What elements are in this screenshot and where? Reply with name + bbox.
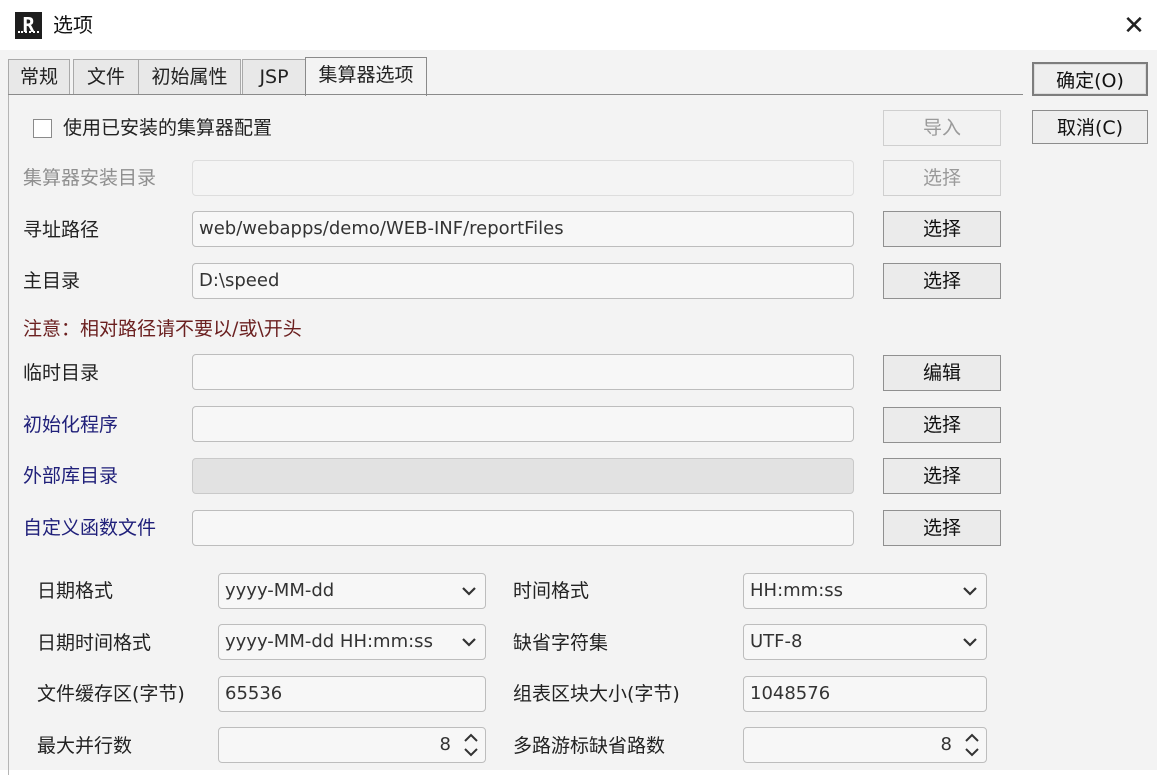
time-format-label: 时间格式 <box>513 580 590 602</box>
datetime-format-select[interactable]: yyyy-MM-dd HH:mm:ss <box>218 624 486 660</box>
ext-lib-dir-label: 外部库目录 <box>23 465 119 487</box>
tab-file[interactable]: 文件 <box>73 59 139 94</box>
date-format-select[interactable]: yyyy-MM-dd <box>218 573 486 609</box>
app-icon: R <box>15 12 42 39</box>
file-buffer-label: 文件缓存区(字节) <box>37 683 185 705</box>
cursor-paths-label: 多路游标缺省路数 <box>513 735 666 757</box>
max-parallel-spinner[interactable]: 8 <box>218 727 486 763</box>
datetime-format-label: 日期时间格式 <box>37 632 152 654</box>
tab-general[interactable]: 常规 <box>8 59 70 94</box>
cursor-paths-spinner[interactable]: 8 <box>743 727 987 763</box>
ok-button[interactable]: 确定(O) <box>1032 62 1148 96</box>
block-size-field[interactable]: 1048576 <box>743 676 987 712</box>
cancel-button[interactable]: 取消(C) <box>1032 110 1148 144</box>
cursor-paths-value: 8 <box>940 734 952 755</box>
options-dialog: R 选项 ✕ 常规 文件 初始属性 JSP 集算器选项 确定(O) 取消(C) … <box>0 0 1157 775</box>
ext-lib-dir-field[interactable] <box>192 458 854 494</box>
close-icon[interactable]: ✕ <box>1118 10 1150 42</box>
tab-jsp[interactable]: JSP <box>242 59 306 94</box>
temp-dir-field[interactable] <box>192 354 854 390</box>
import-button[interactable]: 导入 <box>883 110 1001 146</box>
tab-esproc-options[interactable]: 集算器选项 <box>305 57 427 96</box>
spinner-arrows-icon[interactable] <box>461 731 481 759</box>
title-bar: R 选项 ✕ <box>0 0 1157 50</box>
init-program-label: 初始化程序 <box>23 414 119 436</box>
chevron-down-icon <box>963 638 977 647</box>
install-dir-field[interactable] <box>192 160 854 196</box>
main-dir-select-button[interactable]: 选择 <box>883 263 1001 299</box>
chevron-down-icon <box>963 587 977 596</box>
window-title: 选项 <box>53 13 93 37</box>
max-parallel-value: 8 <box>439 734 451 755</box>
app-icon-letter: R <box>22 13 35 37</box>
default-charset-label: 缺省字符集 <box>513 632 609 654</box>
search-path-label: 寻址路径 <box>23 219 100 241</box>
init-program-select-button[interactable]: 选择 <box>883 407 1001 443</box>
custom-func-file-field[interactable] <box>192 510 854 546</box>
install-dir-select-button[interactable]: 选择 <box>883 160 1001 196</box>
spinner-arrows-icon[interactable] <box>962 731 982 759</box>
use-installed-checkbox[interactable] <box>33 119 52 138</box>
custom-func-file-label: 自定义函数文件 <box>23 517 157 539</box>
temp-dir-label: 临时目录 <box>23 362 100 384</box>
search-path-select-button[interactable]: 选择 <box>883 211 1001 247</box>
time-format-value: HH:mm:ss <box>750 580 844 601</box>
install-dir-label: 集算器安装目录 <box>23 167 157 189</box>
datetime-format-value: yyyy-MM-dd HH:mm:ss <box>225 631 433 652</box>
block-size-label: 组表区块大小(字节) <box>513 683 680 705</box>
path-note: 注意：相对路径请不要以/或\开头 <box>23 318 302 340</box>
date-format-value: yyyy-MM-dd <box>225 580 335 601</box>
ext-lib-dir-select-button[interactable]: 选择 <box>883 458 1001 494</box>
chevron-down-icon <box>462 638 476 647</box>
default-charset-select[interactable]: UTF-8 <box>743 624 987 660</box>
time-format-select[interactable]: HH:mm:ss <box>743 573 987 609</box>
date-format-label: 日期格式 <box>37 580 114 602</box>
default-charset-value: UTF-8 <box>750 631 803 652</box>
search-path-field[interactable]: web/webapps/demo/WEB-INF/reportFiles <box>192 211 854 247</box>
max-parallel-label: 最大并行数 <box>37 735 133 757</box>
chevron-down-icon <box>462 587 476 596</box>
file-buffer-field[interactable]: 65536 <box>218 676 486 712</box>
tab-initial-properties[interactable]: 初始属性 <box>138 59 241 94</box>
temp-dir-edit-button[interactable]: 编辑 <box>883 355 1001 391</box>
main-dir-label: 主目录 <box>23 270 81 292</box>
init-program-field[interactable] <box>192 406 854 442</box>
custom-func-file-select-button[interactable]: 选择 <box>883 510 1001 546</box>
use-installed-label: 使用已安装的集算器配置 <box>63 117 273 139</box>
main-dir-field[interactable]: D:\speed <box>192 263 854 299</box>
